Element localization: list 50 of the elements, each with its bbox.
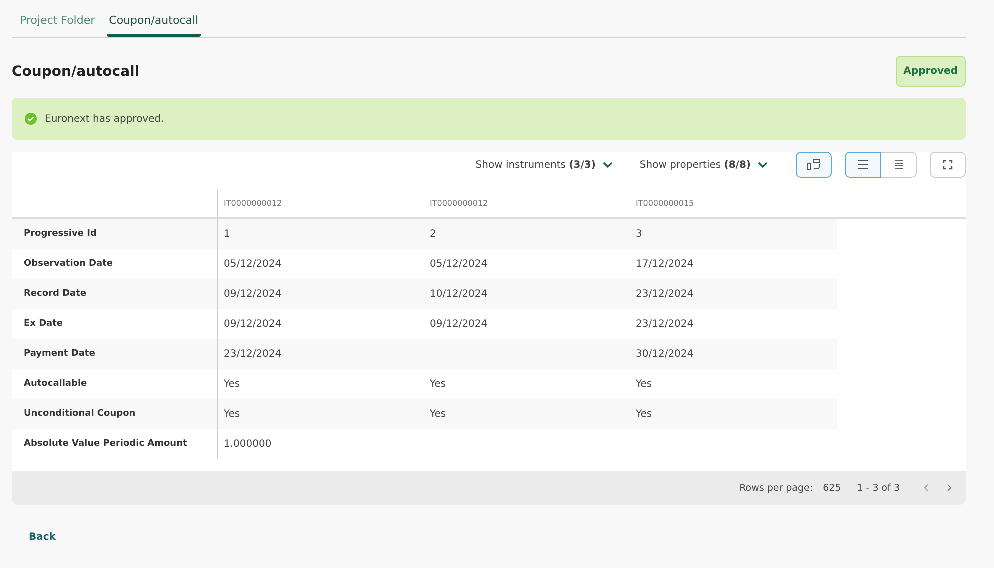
transpose-button[interactable] (796, 152, 832, 178)
row-label: Payment Date (12, 339, 218, 369)
table-cell: 30/12/2024 (630, 339, 837, 369)
table-cell-text: 23/12/2024 (635, 318, 695, 332)
table-cell: 2 (424, 219, 630, 249)
table-cell-text: Yes (635, 378, 654, 392)
row-label: Record Date (12, 279, 218, 309)
table-cell: 23/12/2024 (630, 279, 837, 309)
table-cell: Yes (630, 399, 837, 429)
view-mode-button[interactable] (845, 152, 881, 178)
filter-dropdown[interactable]: Show instruments (3/3) (476, 160, 613, 170)
fullscreen-icon (943, 160, 953, 170)
table-cell-text: 05/12/2024 (429, 258, 489, 272)
table-cell-text: 09/12/2024 (429, 318, 489, 332)
table-cell: Yes (424, 399, 630, 429)
table-cell: 1 (218, 219, 424, 249)
table-cell-text: 05/12/2024 (223, 258, 283, 272)
filter-dropdown[interactable]: Show properties (8/8) (640, 160, 768, 170)
tab[interactable]: Coupon/autocall (107, 12, 201, 37)
page-range: 1 - 3 of 3 (857, 482, 900, 494)
view-mode-button[interactable] (881, 152, 917, 178)
status-badge: Approved (896, 56, 966, 87)
list-icon (857, 159, 869, 171)
table-cell-text: Yes (429, 378, 448, 392)
tab[interactable]: Project Folder (18, 12, 98, 37)
table-cell-text: Yes (223, 378, 242, 392)
table-cell: 10/12/2024 (424, 279, 630, 309)
row-label: Unconditional Coupon (12, 399, 218, 429)
table-cell-text: 09/12/2024 (223, 318, 283, 332)
rows-per-page-label: Rows per page: (740, 482, 814, 494)
chevron-left-icon (924, 484, 929, 492)
row-label: Progressive Id (12, 219, 218, 249)
chevron-down-icon (758, 162, 768, 168)
check-circle-icon (25, 113, 37, 125)
table-cell: 3 (630, 219, 837, 249)
transpose-icon (807, 159, 821, 171)
back-link[interactable]: Back (29, 532, 56, 543)
table-cell: Yes (218, 399, 424, 429)
row-label: Absolute Value Periodic Amount (12, 429, 218, 459)
dense-list-icon (892, 159, 904, 171)
chevron-down-icon (602, 162, 613, 168)
page-title: Coupon/autocall (12, 64, 140, 80)
table-cell-text: 1.000000 (223, 438, 273, 452)
chevron-right-icon (947, 484, 952, 492)
rows-per-page-value[interactable]: 625 (823, 482, 842, 494)
table-cell: 09/12/2024 (218, 279, 424, 309)
table-cell: 23/12/2024 (218, 339, 424, 369)
alert-message: Euronext has approved. (45, 114, 164, 124)
table-cell-text: 17/12/2024 (635, 258, 695, 272)
fullscreen-button[interactable] (930, 152, 966, 178)
